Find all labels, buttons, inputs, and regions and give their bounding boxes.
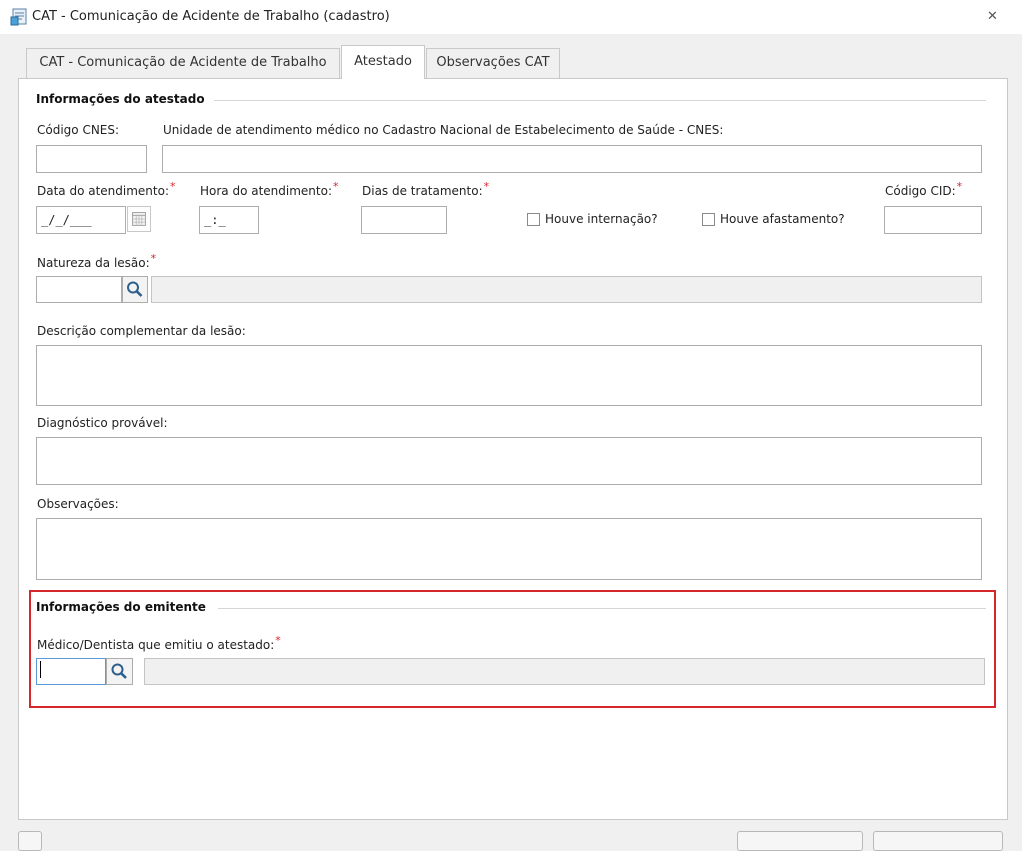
observacoes-label: Observações:: [37, 497, 119, 511]
natureza-lesao-label: Natureza da lesão:*: [37, 252, 156, 270]
medico-emitente-label-text: Médico/Dentista que emitiu o atestado:: [37, 638, 275, 652]
hora-atendimento-label: Hora do atendimento:*: [200, 180, 339, 198]
bottom-button-2[interactable]: [873, 831, 1003, 851]
codigo-cid-label-text: Código CID:: [885, 184, 956, 198]
tab-observacoes-cat[interactable]: Observações CAT: [426, 48, 560, 78]
required-mark: *: [333, 180, 339, 193]
required-mark: *: [275, 634, 281, 647]
codigo-cid-input[interactable]: [884, 206, 982, 234]
tab-atestado[interactable]: Atestado: [341, 45, 425, 79]
bottom-button-1[interactable]: [737, 831, 863, 851]
required-mark: *: [483, 180, 490, 193]
natureza-lesao-description: [151, 276, 982, 303]
section-title-emitente: Informações do emitente: [36, 600, 206, 614]
hora-atendimento-label-text: Hora do atendimento:: [200, 184, 333, 198]
tab-cat[interactable]: CAT - Comunicação de Acidente de Trabalh…: [26, 48, 340, 78]
codigo-cnes-input[interactable]: [36, 145, 147, 173]
required-mark: *: [956, 180, 963, 193]
data-atendimento-label-text: Data do atendimento:: [37, 184, 170, 198]
descricao-complementar-label: Descrição complementar da lesão:: [37, 324, 246, 338]
text-cursor: [40, 661, 41, 678]
data-atendimento-input[interactable]: _/_/___: [36, 206, 126, 234]
magnifier-icon: [111, 663, 127, 679]
section-divider: [218, 608, 986, 609]
close-icon[interactable]: ✕: [987, 9, 998, 24]
houve-afastamento-label: Houve afastamento?: [720, 212, 845, 226]
bottom-left-button[interactable]: [18, 831, 42, 851]
magnifier-icon: [127, 281, 143, 297]
window-title: CAT - Comunicação de Acidente de Trabalh…: [32, 9, 390, 24]
dias-tratamento-label: Dias de tratamento:*: [362, 180, 489, 198]
hora-atendimento-input[interactable]: _:_: [199, 206, 259, 234]
descricao-complementar-textarea[interactable]: [36, 345, 982, 406]
medico-emitente-code-input[interactable]: [36, 658, 106, 685]
calendar-icon[interactable]: [127, 206, 151, 232]
medico-emitente-search-button[interactable]: [106, 658, 133, 685]
section-title-atestado: Informações do atestado: [36, 92, 205, 106]
title-bar: CAT - Comunicação de Acidente de Trabalh…: [0, 0, 1022, 34]
diagnostico-provavel-textarea[interactable]: [36, 437, 982, 485]
required-mark: *: [170, 180, 176, 193]
medico-emitente-name: [144, 658, 985, 685]
dias-tratamento-input[interactable]: [361, 206, 447, 234]
unidade-cnes-input[interactable]: [162, 145, 982, 173]
diagnostico-provavel-label: Diagnóstico provável:: [37, 416, 168, 430]
section-divider: [214, 100, 986, 101]
data-atendimento-label: Data do atendimento:*: [37, 180, 176, 198]
unidade-cnes-label: Unidade de atendimento médico no Cadastr…: [163, 123, 724, 137]
natureza-lesao-code-input[interactable]: [36, 276, 122, 303]
codigo-cnes-label: Código CNES:: [37, 123, 120, 137]
natureza-lesao-label-text: Natureza da lesão:: [37, 256, 150, 270]
medico-emitente-label: Médico/Dentista que emitiu o atestado:*: [37, 634, 281, 652]
dias-tratamento-label-text: Dias de tratamento:: [362, 184, 483, 198]
codigo-cid-label: Código CID:*: [885, 180, 962, 198]
natureza-lesao-search-button[interactable]: [122, 276, 148, 303]
report-form-icon: [10, 8, 27, 26]
required-mark: *: [150, 252, 157, 265]
houve-internacao-checkbox[interactable]: [527, 213, 540, 226]
observacoes-textarea[interactable]: [36, 518, 982, 580]
houve-internacao-label: Houve internação?: [545, 212, 658, 226]
houve-afastamento-checkbox[interactable]: [702, 213, 715, 226]
